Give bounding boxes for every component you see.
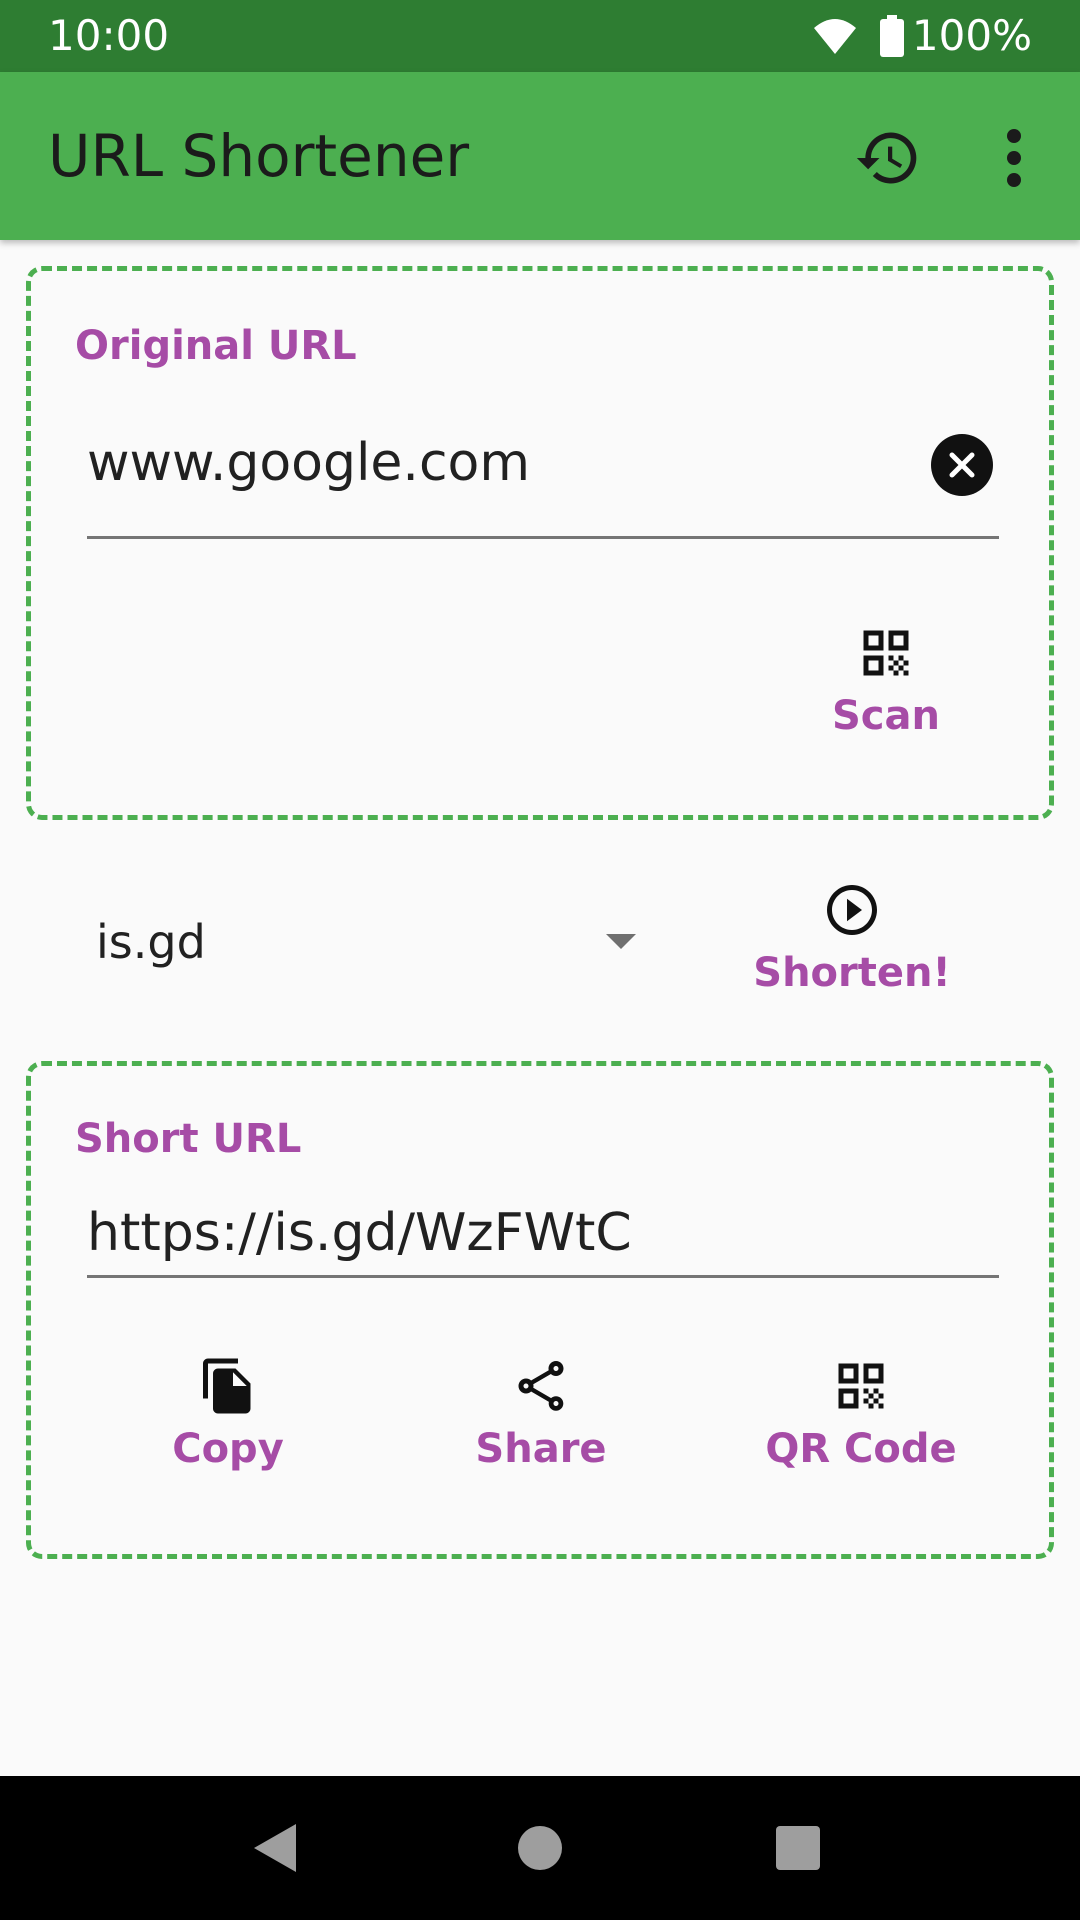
status-bar: 10:00 100% [0, 0, 1080, 72]
more-vert-icon [1007, 129, 1021, 187]
battery-icon [879, 15, 904, 57]
qr-code-label: QR Code [765, 1426, 957, 1472]
qr-code-icon [863, 630, 909, 676]
share-label: Share [475, 1426, 607, 1472]
original-url-underline [87, 536, 999, 539]
home-icon[interactable] [518, 1826, 562, 1870]
history-button[interactable] [850, 120, 926, 196]
battery-percent: 100% [911, 11, 1032, 60]
scan-label: Scan [832, 693, 940, 739]
play-circle-icon [827, 885, 877, 935]
original-url-card: Original URL www.google.com Scan [26, 266, 1054, 820]
dropdown-arrow-icon [606, 934, 636, 949]
app-bar: URL Shortener [0, 72, 1080, 240]
service-selected: is.gd [96, 915, 206, 969]
navigation-bar [0, 1776, 1080, 1920]
shorten-label: Shorten! [753, 950, 951, 996]
app-title: URL Shortener [48, 122, 470, 190]
share-icon [518, 1361, 564, 1411]
short-url-underline [87, 1275, 999, 1278]
back-icon[interactable] [250, 1820, 298, 1876]
short-url-output[interactable]: https://is.gd/WzFWtC [87, 1201, 632, 1265]
share-button[interactable]: Share [446, 1356, 636, 1474]
service-dropdown[interactable]: is.gd [72, 900, 652, 982]
scan-button[interactable]: Scan [791, 623, 981, 741]
more-options-button[interactable] [982, 120, 1046, 196]
copy-icon [203, 1358, 251, 1414]
wifi-icon [813, 19, 856, 54]
history-icon [856, 132, 917, 184]
qr-code-button[interactable]: QR Code [751, 1356, 971, 1474]
original-url-label: Original URL [75, 323, 357, 369]
shorten-button[interactable]: Shorten! [752, 880, 952, 998]
clear-icon [949, 452, 975, 478]
copy-label: Copy [172, 1426, 284, 1472]
recents-icon[interactable] [776, 1826, 820, 1870]
qr-code-icon [838, 1363, 884, 1409]
status-time: 10:00 [48, 11, 170, 60]
clear-url-button[interactable] [931, 434, 993, 496]
original-url-input[interactable]: www.google.com [87, 431, 530, 495]
short-url-card: Short URL https://is.gd/WzFWtC Copy Shar… [26, 1061, 1054, 1559]
short-url-label: Short URL [75, 1116, 302, 1162]
copy-button[interactable]: Copy [133, 1356, 323, 1474]
status-indicators: 100% [812, 10, 1032, 62]
